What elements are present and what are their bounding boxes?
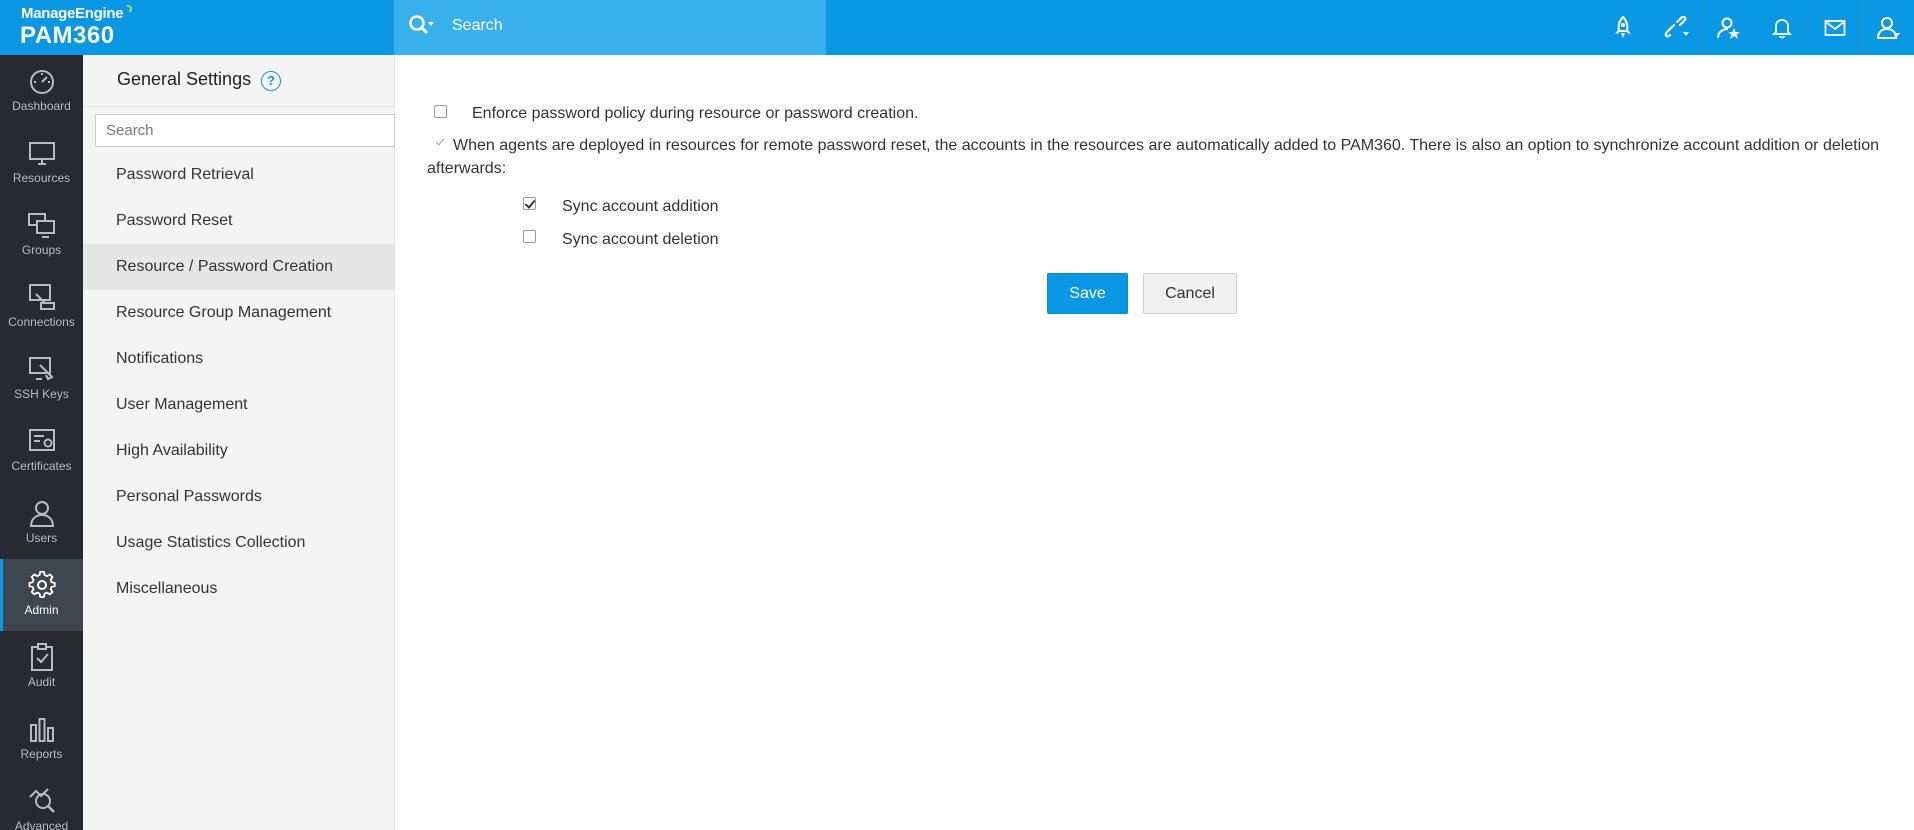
advanced-icon: [29, 788, 55, 813]
enforce-policy-checkbox[interactable]: [434, 105, 447, 118]
settings-menu-resource-group-management[interactable]: Resource Group Management: [83, 290, 395, 336]
nav-label: Connections: [8, 315, 75, 329]
nav-advanced[interactable]: Advanced: [0, 775, 83, 830]
sync-addition-checkbox[interactable]: [523, 197, 536, 210]
top-bar: ManageEngine PAM360 Search: [0, 0, 1914, 55]
sync-addition-label[interactable]: Sync account addition: [562, 195, 719, 218]
mail-icon[interactable]: [1808, 0, 1861, 55]
settings-menu-notifications[interactable]: Notifications: [83, 336, 395, 382]
rocket-icon[interactable]: [1596, 0, 1649, 55]
agents-sync-description: When agents are deployed in resources fo…: [427, 137, 1879, 177]
nav-resources[interactable]: Resources: [0, 127, 83, 199]
settings-menu-password-retrieval[interactable]: Password Retrieval: [83, 152, 395, 198]
nav-label: Resources: [12, 171, 71, 185]
help-icon[interactable]: ?: [261, 71, 281, 91]
nav-label: Advanced: [14, 819, 69, 830]
cancel-button[interactable]: Cancel: [1143, 273, 1237, 314]
nav-reports[interactable]: Reports: [0, 703, 83, 775]
nav-admin[interactable]: Admin: [0, 559, 83, 631]
left-nav: Dashboard Resources Groups Connections S…: [0, 55, 83, 830]
settings-panel: General Settings ? Password Retrieval Pa…: [83, 55, 395, 830]
settings-menu-high-availability[interactable]: High Availability: [83, 428, 395, 474]
nav-dashboard[interactable]: Dashboard: [0, 55, 83, 127]
nav-certificates[interactable]: Certificates: [0, 415, 83, 487]
page-title: General Settings: [117, 69, 252, 89]
save-button[interactable]: Save: [1047, 273, 1128, 314]
nav-label: Audit: [27, 675, 56, 689]
sync-deletion-checkbox[interactable]: [523, 230, 536, 243]
bell-icon[interactable]: [1755, 0, 1808, 55]
enforce-policy-label[interactable]: Enforce password policy during resource …: [472, 102, 918, 125]
nav-audit[interactable]: Audit: [0, 631, 83, 703]
link-icon[interactable]: [1649, 0, 1702, 55]
gear-icon: [28, 571, 56, 598]
vendor-name: ManageEngine: [21, 5, 124, 22]
nav-label: Users: [25, 531, 58, 545]
sync-deletion-label[interactable]: Sync account deletion: [562, 228, 719, 251]
settings-header: General Settings ?: [83, 55, 395, 107]
groups-icon: [28, 213, 55, 238]
top-icons: [1596, 0, 1914, 55]
star-person-icon[interactable]: [1702, 0, 1755, 55]
settings-menu-personal-passwords[interactable]: Personal Passwords: [83, 474, 395, 520]
search-label[interactable]: Search: [452, 17, 503, 35]
nav-label: Groups: [21, 243, 62, 257]
reports-icon: [30, 718, 54, 742]
settings-search-input[interactable]: [95, 114, 395, 147]
global-search[interactable]: Search: [394, 0, 826, 55]
settings-menu-resource-password-creation[interactable]: Resource / Password Creation: [83, 244, 395, 290]
ssh-keys-icon: [29, 357, 54, 381]
search-icon[interactable]: [408, 14, 436, 40]
connections-icon: [29, 284, 55, 310]
certificates-icon: [29, 429, 55, 451]
main-content: Enforce password policy during resource …: [395, 55, 1914, 830]
nav-label: Reports: [20, 747, 63, 761]
nav-groups[interactable]: Groups: [0, 199, 83, 271]
users-icon: [29, 501, 55, 527]
brand-logo[interactable]: ManageEngine PAM360: [0, 0, 394, 55]
nav-connections[interactable]: Connections: [0, 271, 83, 343]
nav-label: Dashboard: [12, 99, 71, 113]
logo-swoosh-icon: [123, 3, 134, 15]
nav-label: SSH Keys: [14, 387, 69, 401]
user-icon[interactable]: [1861, 0, 1914, 55]
product-name: PAM360: [20, 22, 115, 49]
nav-label: Admin: [24, 603, 59, 617]
nav-ssh-keys[interactable]: SSH Keys: [0, 343, 83, 415]
nav-users[interactable]: Users: [0, 487, 83, 559]
monitor-icon: [29, 142, 55, 165]
dashboard-icon: [30, 70, 54, 94]
settings-menu-miscellaneous[interactable]: Miscellaneous: [83, 566, 395, 612]
audit-icon: [31, 643, 53, 671]
settings-menu-password-reset[interactable]: Password Reset: [83, 198, 395, 244]
settings-menu-usage-statistics[interactable]: Usage Statistics Collection: [83, 520, 395, 566]
nav-label: Certificates: [11, 459, 72, 473]
settings-menu-user-management[interactable]: User Management: [83, 382, 395, 428]
